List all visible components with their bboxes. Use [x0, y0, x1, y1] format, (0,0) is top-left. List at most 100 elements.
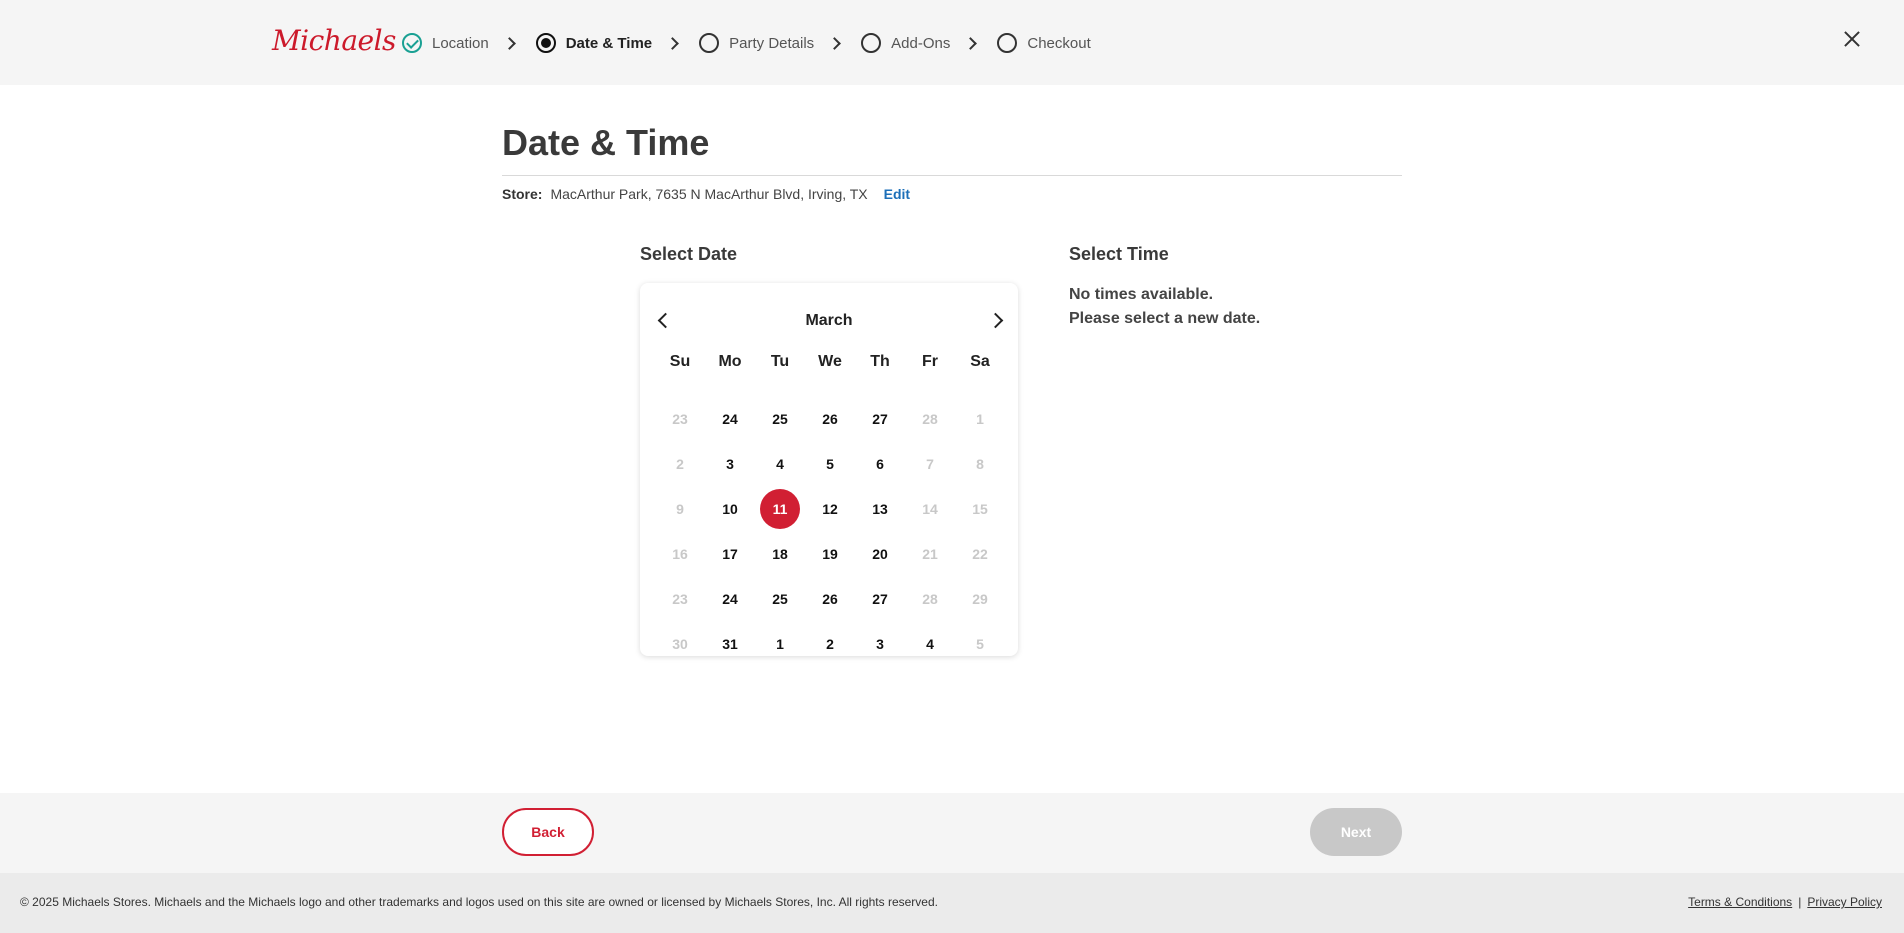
step-label: Add-Ons [891, 34, 951, 52]
day-number: 18 [772, 545, 788, 562]
day-number: 10 [722, 500, 738, 517]
empty-circle-icon [997, 33, 1018, 53]
no-times-message: No times available. Please select a new … [1069, 283, 1260, 331]
day-number: 4 [926, 635, 934, 652]
store-address: MacArthur Park, 7635 N MacArthur Blvd, I… [550, 186, 868, 202]
calendar-day: 1 [955, 396, 1005, 441]
day-number: 8 [976, 455, 984, 472]
day-number: 7 [926, 455, 934, 472]
calendar-day: 9 [655, 486, 705, 531]
calendar-day[interactable]: 20 [855, 531, 905, 576]
day-number: 27 [872, 410, 888, 427]
step-label: Location [432, 34, 489, 52]
calendar-day: 29 [955, 576, 1005, 621]
day-number: 27 [872, 590, 888, 607]
step-checkout[interactable]: Checkout [997, 33, 1091, 53]
step-label: Checkout [1027, 34, 1091, 52]
step-location[interactable]: Location [402, 33, 489, 53]
store-label: Store: [502, 186, 543, 202]
day-number: 23 [672, 590, 688, 607]
step-add-ons[interactable]: Add-Ons [861, 33, 950, 53]
empty-circle-icon [699, 33, 720, 53]
calendar-day[interactable]: 24 [705, 576, 755, 621]
calendar-day[interactable]: 19 [805, 531, 855, 576]
chevron-right-icon [828, 36, 842, 50]
day-number: 2 [826, 635, 834, 652]
calendar-day[interactable]: 3 [855, 621, 905, 666]
calendar-day[interactable]: 25 [755, 396, 805, 441]
calendar-day[interactable]: 10 [705, 486, 755, 531]
calendar-header: March [640, 309, 1018, 333]
close-icon[interactable] [1838, 26, 1866, 54]
day-number: 2 [676, 455, 684, 472]
day-number: 16 [672, 545, 688, 562]
calendar-day[interactable]: 27 [855, 396, 905, 441]
calendar-day: 23 [655, 396, 705, 441]
calendar-day[interactable]: 27 [855, 576, 905, 621]
calendar-day: 15 [955, 486, 1005, 531]
calendar-day[interactable]: 31 [705, 621, 755, 666]
calendar-day[interactable]: 6 [855, 441, 905, 486]
day-number: 26 [822, 410, 838, 427]
calendar-day[interactable]: 25 [755, 576, 805, 621]
edit-store-link[interactable]: Edit [884, 186, 910, 202]
calendar-day: 14 [905, 486, 955, 531]
calendar-day[interactable]: 18 [755, 531, 805, 576]
calendar-day[interactable]: 4 [755, 441, 805, 486]
calendar-day: 22 [955, 531, 1005, 576]
day-number: 6 [876, 455, 884, 472]
chevron-right-icon[interactable] [987, 312, 1004, 329]
back-button[interactable]: Back [502, 808, 594, 856]
action-bar: Back Next [0, 793, 1904, 873]
calendar-day: 28 [905, 576, 955, 621]
page-footer: © 2025 Michaels Stores. Michaels and the… [0, 873, 1904, 933]
day-number: 9 [676, 500, 684, 517]
terms-link[interactable]: Terms & Conditions [1688, 895, 1792, 909]
day-number: 28 [922, 410, 938, 427]
step-party-details[interactable]: Party Details [699, 33, 814, 53]
chevron-right-icon [964, 36, 978, 50]
calendar-day: 2 [655, 441, 705, 486]
page-title: Date & Time [502, 122, 710, 163]
title-divider [502, 175, 1402, 176]
calendar-day[interactable]: 1 [755, 621, 805, 666]
calendar-month: March [805, 312, 853, 329]
calendar-day: 5 [955, 621, 1005, 666]
day-number: 17 [722, 545, 738, 562]
chevron-right-icon [502, 36, 516, 50]
no-times-line: No times available. [1069, 286, 1214, 303]
calendar-day[interactable]: 12 [805, 486, 855, 531]
chevron-left-icon[interactable] [657, 312, 674, 329]
step-date-time[interactable]: Date & Time [535, 33, 652, 53]
day-number: 3 [876, 635, 884, 652]
calendar-grid: Su Mo Tu We Th Fr Sa 23 24 25 26 27 28 1 2 3 4 5 6 7 8 9 10 11 1… [655, 351, 1005, 666]
calendar-day[interactable]: 13 [855, 486, 905, 531]
calendar-day[interactable]: 5 [805, 441, 855, 486]
calendar-day: 7 [905, 441, 955, 486]
calendar-day[interactable]: 2 [805, 621, 855, 666]
weekday-header: Sa [970, 353, 990, 370]
day-number: 20 [872, 545, 888, 562]
booking-stepper: Location Date & Time Party Details Add-O… [402, 31, 1091, 55]
day-number: 13 [872, 500, 888, 517]
privacy-link[interactable]: Privacy Policy [1807, 895, 1882, 909]
calendar-day[interactable]: 4 [905, 621, 955, 666]
calendar-day[interactable]: 24 [705, 396, 755, 441]
calendar-day-selected[interactable]: 11 [755, 486, 805, 531]
weekday-header: Mo [718, 353, 742, 370]
calendar-day[interactable]: 3 [705, 441, 755, 486]
date-calendar: March Su Mo Tu We Th Fr Sa 23 24 25 26 27 28 1 2 3 4 5 6 7 8… [640, 283, 1018, 656]
day-number: 4 [776, 455, 784, 472]
calendar-day[interactable]: 26 [805, 576, 855, 621]
calendar-day: 28 [905, 396, 955, 441]
calendar-day[interactable]: 17 [705, 531, 755, 576]
chevron-right-icon [666, 36, 680, 50]
calendar-day: 21 [905, 531, 955, 576]
active-step-icon [535, 33, 556, 53]
calendar-day[interactable]: 26 [805, 396, 855, 441]
day-number: 23 [672, 410, 688, 427]
michaels-logo[interactable]: Michaels [272, 24, 396, 57]
day-number: 1 [776, 635, 784, 652]
next-button[interactable]: Next [1310, 808, 1402, 856]
step-label: Party Details [729, 34, 815, 52]
